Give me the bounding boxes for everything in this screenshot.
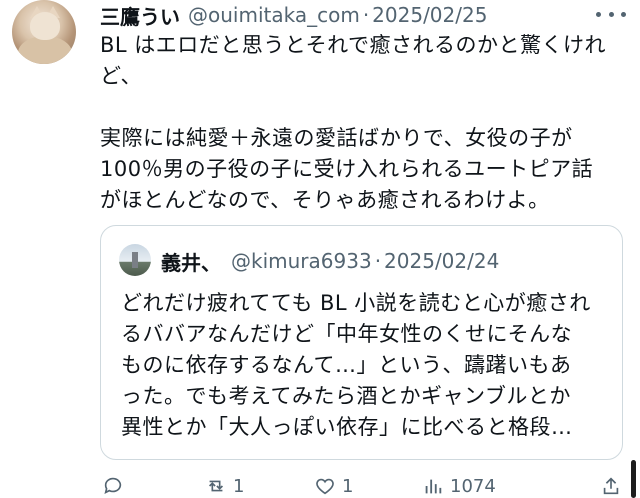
reply-icon xyxy=(104,477,122,494)
tweet-date[interactable]: 2025/02/25 xyxy=(372,3,487,27)
heart-icon xyxy=(316,478,334,495)
quoted-author-name: 義井、 xyxy=(161,250,221,275)
header-separator: · xyxy=(362,3,370,27)
views-count: 1074 xyxy=(450,475,496,497)
retweet-count: 1 xyxy=(233,475,245,497)
retweet-icon xyxy=(208,480,224,492)
like-count: 1 xyxy=(342,475,354,497)
avatar-cat-face xyxy=(30,12,60,40)
like-button[interactable]: 1 xyxy=(314,474,353,498)
views-icon xyxy=(425,479,442,494)
quoted-author-handle: @kimura6933 xyxy=(231,249,372,273)
share-icon xyxy=(603,477,619,495)
avatar-cat-body xyxy=(18,36,72,64)
tweet-text: BL はエロだと思うとそれで癒されるのかと驚くけれど、 実際には純愛＋永遠の愛話… xyxy=(100,33,607,212)
quoted-tweet[interactable]: 義井、 @kimura6933 · 2025/02/24 どれだけ疲れてても B… xyxy=(100,225,623,460)
more-dot xyxy=(621,11,626,17)
avatar-tower-shape xyxy=(132,252,138,268)
quoted-author-avatar[interactable] xyxy=(119,244,151,276)
scrollbar[interactable] xyxy=(631,460,636,498)
author-name[interactable]: 三鷹うい xyxy=(100,1,180,30)
more-dot xyxy=(608,11,614,17)
quoted-tweet-date: 2025/02/24 xyxy=(384,249,500,273)
author-avatar[interactable] xyxy=(12,0,76,64)
share-button[interactable] xyxy=(600,474,622,498)
views-button[interactable]: 1074 xyxy=(422,474,496,498)
tweet-header: 三鷹うい @ouimitaka_com · 2025/02/25 xyxy=(100,1,487,30)
tweet-actions-bar: 1 1 1074 xyxy=(100,474,630,498)
author-handle[interactable]: @ouimitaka_com xyxy=(188,3,360,27)
quoted-tweet-text: どれだけ疲れてても BL 小説を読むと心が癒され るババアなんだけど「中年女性の… xyxy=(121,291,591,439)
more-dot xyxy=(596,11,601,17)
reply-button[interactable] xyxy=(102,474,130,498)
retweet-button[interactable]: 1 xyxy=(205,474,244,498)
quoted-tweet-header: 義井、 @kimura6933 · 2025/02/24 xyxy=(161,248,500,275)
quoted-header-separator: · xyxy=(374,249,382,273)
more-options-icon[interactable] xyxy=(596,4,626,24)
